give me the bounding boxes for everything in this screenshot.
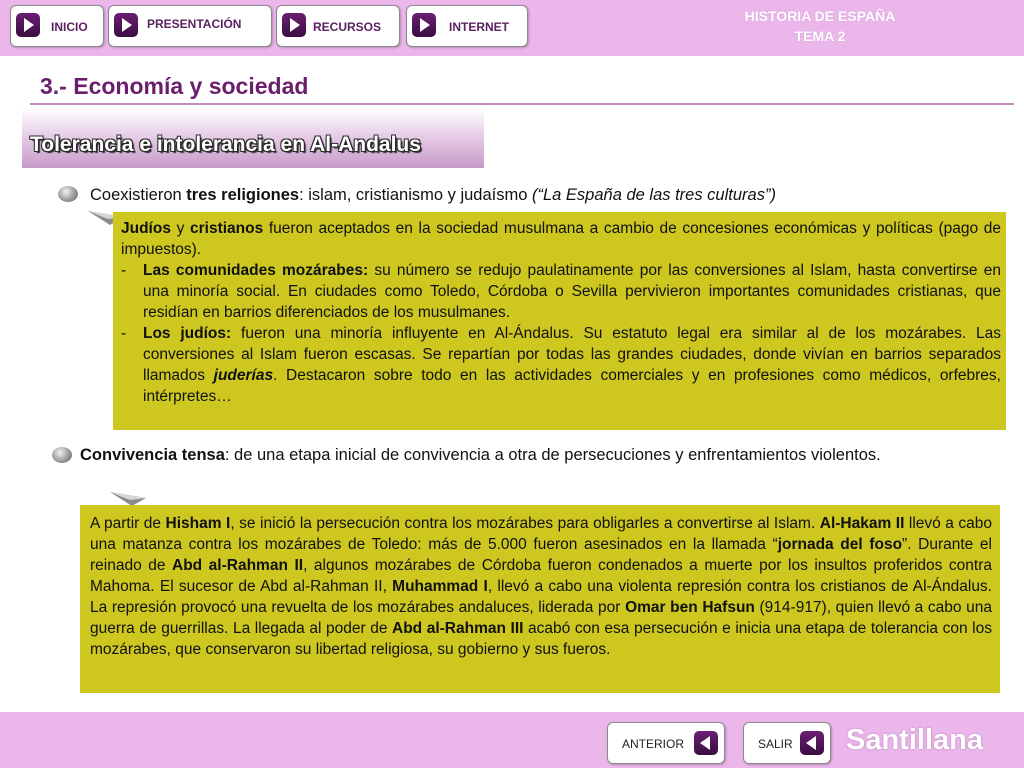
list-item: - Las comunidades mozárabes: su número s… — [121, 260, 1001, 323]
box1-intro: Judíos y cristianos fueron aceptados en … — [121, 218, 1001, 260]
list-item-heading: Las comunidades mozárabes: — [143, 262, 369, 279]
nav-recursos-button[interactable]: RECURSOS — [276, 5, 400, 47]
box2-text: A partir de — [90, 515, 166, 532]
list-item: - Los judíos: fueron una minoría influye… — [121, 323, 1001, 407]
play-arrow-icon — [282, 13, 306, 37]
bullet-coexistence: Convivencia tensa: de una etapa inicial … — [80, 443, 1000, 467]
nav-inicio-label: INICIO — [51, 20, 88, 34]
play-arrow-icon — [114, 13, 138, 37]
bullet-religions-post: : islam, cristianismo y judaísmo — [299, 186, 532, 204]
play-arrow-icon — [412, 13, 436, 37]
title-divider — [30, 103, 1014, 105]
nav-recursos-label: RECURSOS — [313, 20, 382, 34]
bullet-coexistence-bold: Convivencia tensa — [80, 446, 225, 464]
box2-paragraph: A partir de Hisham I, se inició la perse… — [90, 513, 992, 660]
back-arrow-icon — [800, 731, 824, 755]
nav-internet-button[interactable]: INTERNET — [406, 5, 528, 47]
section-title: 3.- Economía y sociedad — [40, 73, 309, 99]
list-dash: - — [121, 325, 127, 342]
nav-inicio-button[interactable]: INICIO — [10, 5, 104, 47]
bullet-coexistence-text: : de una etapa inicial de convivencia a … — [224, 446, 881, 464]
info-box-religions: Judíos y cristianos fueron aceptados en … — [113, 212, 1006, 430]
box1-intro-bold2: cristianos — [190, 220, 264, 237]
pointer-arrow-icon — [110, 492, 146, 506]
bullet-religions-quote: (“La España de las tres culturas”) — [532, 186, 776, 204]
exit-button[interactable]: SALIR — [743, 722, 831, 764]
play-arrow-icon — [16, 13, 40, 37]
box2-name: Al-Hakam II — [819, 515, 905, 532]
previous-label: ANTERIOR — [622, 737, 685, 751]
box1-intro-text1: y — [170, 220, 190, 237]
list-item-heading: Los judíos: — [143, 325, 232, 342]
info-box-persecution: A partir de Hisham I, se inició la perse… — [80, 505, 1000, 693]
nav-internet-label: INTERNET — [449, 20, 509, 34]
list-dash: - — [121, 262, 127, 279]
back-arrow-icon — [694, 731, 718, 755]
course-subject: HISTORIA DE ESPAÑA — [744, 8, 896, 24]
list-item-body: Las comunidades mozárabes: su número se … — [143, 260, 1001, 323]
box2-name: jornada del foso — [777, 536, 903, 553]
course-unit: TEMA 2 — [794, 28, 846, 44]
box1-intro-bold1: Judíos — [121, 220, 171, 237]
box2-name: Abd al-Rahman III — [392, 620, 524, 637]
list-item-body: Los judíos: fueron una minoría influyent… — [143, 323, 1001, 407]
bullet-icon — [52, 447, 72, 463]
subtitle-text: Tolerancia e intolerancia en Al-Andalus — [30, 133, 421, 156]
list-item-emphasis: juderías — [213, 367, 274, 384]
bullet-religions-bold: tres religiones — [186, 186, 300, 204]
box2-name: Hisham I — [165, 515, 231, 532]
box2-name: Muhammad I — [392, 578, 488, 595]
exit-label: SALIR — [758, 737, 793, 751]
nav-presentacion-button[interactable]: PRESENTACIÓN — [108, 5, 272, 47]
box2-name: Omar ben Hafsun — [625, 599, 755, 616]
bullet-icon — [58, 186, 78, 202]
publisher-logo: Santillana — [846, 724, 983, 756]
box2-text: , se inició la persecución contra los mo… — [230, 515, 820, 532]
previous-button[interactable]: ANTERIOR — [607, 722, 725, 764]
course-title: HISTORIA DE ESPAÑA TEMA 2 — [720, 6, 920, 46]
nav-presentacion-label: PRESENTACIÓN — [147, 17, 242, 31]
box2-name: Abd al-Rahman II — [172, 557, 304, 574]
bullet-religions-pre: Coexistieron — [90, 186, 187, 204]
bullet-religions: Coexistieron tres religiones: islam, cri… — [90, 183, 990, 207]
